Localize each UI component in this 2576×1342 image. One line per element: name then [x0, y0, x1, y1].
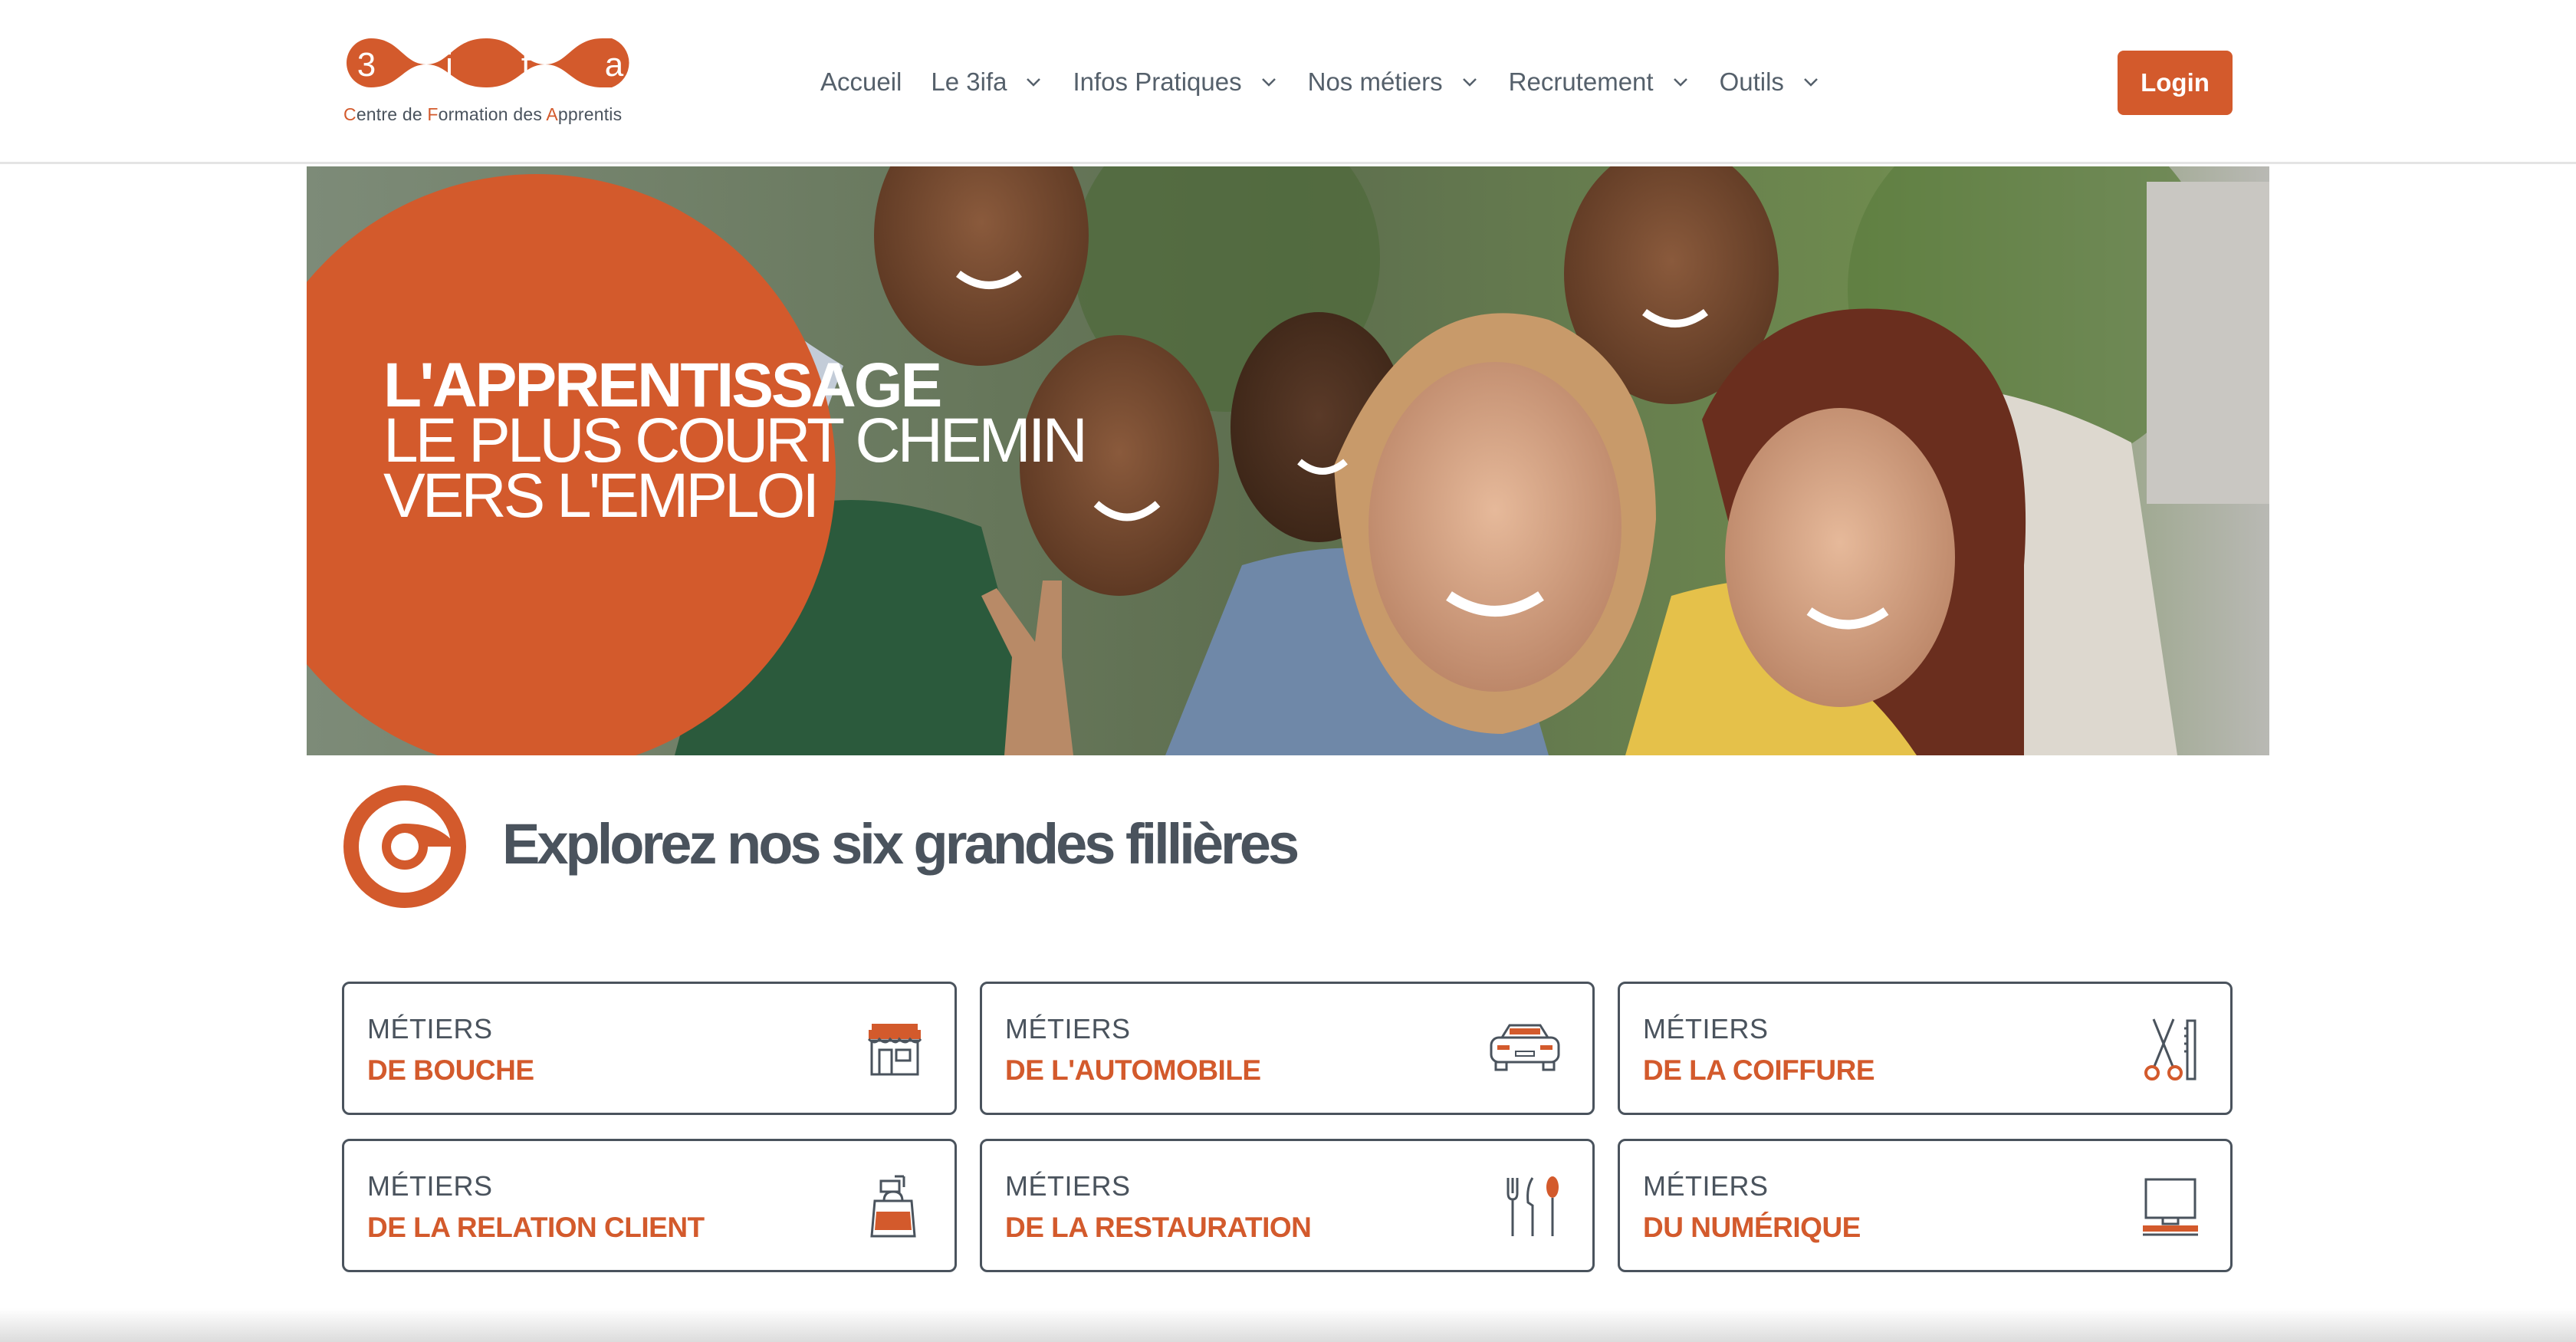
card-prefix: MÉTIERS	[1643, 1170, 1769, 1202]
nav-item-infos-pratiques[interactable]: Infos Pratiques	[1073, 67, 1278, 97]
tagline-part: C	[343, 104, 356, 124]
logo-letter-3: 3	[357, 46, 376, 84]
card-prefix: MÉTIERS	[1005, 1170, 1131, 1202]
tagline-part: A	[546, 104, 558, 124]
logo-mark: 3 i f a	[347, 38, 629, 87]
nav-item-label: Outils	[1719, 67, 1784, 96]
chevron-down-icon	[1462, 78, 1477, 87]
card-title: DE L'AUTOMOBILE	[1005, 1054, 1261, 1086]
card-title: DE BOUCHE	[367, 1054, 534, 1086]
card-metiers-coiffure[interactable]: MÉTIERS DE LA COIFFURE	[1618, 982, 2233, 1115]
filieres-grid: MÉTIERS DE BOUCHE MÉTIERS DE L'AUTOMOBIL…	[342, 982, 2233, 1273]
main-nav: Accueil Le 3ifa Infos Pratiques Nos méti…	[820, 63, 1850, 101]
card-prefix: MÉTIERS	[1005, 1013, 1131, 1044]
3ifa-logo[interactable]: 3 i f a Centre de Formation des Apprenti…	[342, 34, 641, 133]
chevron-down-icon	[1673, 78, 1687, 87]
card-title: DE LA COIFFURE	[1643, 1054, 1875, 1086]
hero-banner: L'APPRENTISSAGE LE PLUS COURT CHEMIN VER…	[307, 166, 2269, 755]
computer-icon	[2143, 1178, 2198, 1236]
scissors-comb-icon	[2144, 1018, 2196, 1081]
login-button[interactable]: Login	[2118, 51, 2233, 115]
logo-tagline: Centre de Formation des Apprentis	[343, 104, 622, 125]
section-title: Explorez nos six grandes fillières	[502, 812, 1300, 876]
card-prefix: MÉTIERS	[367, 1170, 493, 1202]
card-prefix: MÉTIERS	[1643, 1013, 1769, 1044]
nav-item-le-3ifa[interactable]: Le 3ifa	[931, 67, 1043, 97]
tagline-part: entre de	[356, 104, 428, 124]
chevron-down-icon	[1027, 78, 1041, 87]
chevron-down-icon	[1804, 78, 1818, 87]
tagline-part: ormation des	[438, 104, 547, 124]
nav-item-outils[interactable]: Outils	[1720, 67, 1821, 97]
tagline-part: pprentis	[557, 104, 623, 124]
logo-letter-f: f	[521, 46, 531, 84]
card-title: DU NUMÉRIQUE	[1643, 1212, 1861, 1243]
card-prefix: MÉTIERS	[367, 1013, 493, 1044]
card-metiers-automobile[interactable]: MÉTIERS DE L'AUTOMOBILE	[980, 982, 1595, 1115]
logo-letter-i: i	[445, 46, 453, 84]
tagline-part: F	[427, 104, 439, 124]
shopping-bag-icon	[870, 1175, 916, 1238]
nav-item-accueil[interactable]: Accueil	[820, 67, 902, 97]
nav-item-label: Le 3ifa	[931, 67, 1007, 96]
card-metiers-restauration[interactable]: MÉTIERS DE LA RESTAURATION	[980, 1139, 1595, 1272]
card-metiers-relation-client[interactable]: MÉTIERS DE LA RELATION CLIENT	[342, 1139, 957, 1272]
page-bottom-edge	[0, 1308, 2576, 1342]
nav-item-label: Nos métiers	[1307, 67, 1443, 96]
chevron-down-icon	[1261, 78, 1276, 87]
card-title: DE LA RESTAURATION	[1005, 1212, 1312, 1243]
nav-item-label: Recrutement	[1508, 67, 1654, 96]
card-metiers-de-bouche[interactable]: MÉTIERS DE BOUCHE	[342, 982, 957, 1115]
hero-headline-line3: VERS L'EMPLOI	[383, 461, 820, 531]
card-metiers-numerique[interactable]: MÉTIERS DU NUMÉRIQUE	[1618, 1139, 2233, 1272]
car-icon	[1490, 1024, 1560, 1071]
nav-item-label: Infos Pratiques	[1073, 67, 1242, 96]
storefront-icon	[867, 1024, 922, 1076]
cutlery-icon	[1506, 1176, 1559, 1236]
hero-headline: L'APPRENTISSAGE LE PLUS COURT CHEMIN VER…	[383, 354, 1088, 531]
nav-item-nos-metiers[interactable]: Nos métiers	[1308, 67, 1480, 97]
card-title: DE LA RELATION CLIENT	[367, 1212, 705, 1243]
brand-circle-icon	[343, 785, 466, 908]
site-header: 3 i f a Centre de Formation des Apprenti…	[0, 0, 2576, 164]
nav-item-recrutement[interactable]: Recrutement	[1509, 67, 1691, 97]
nav-item-label: Accueil	[820, 67, 902, 96]
logo-letter-a: a	[605, 46, 624, 84]
